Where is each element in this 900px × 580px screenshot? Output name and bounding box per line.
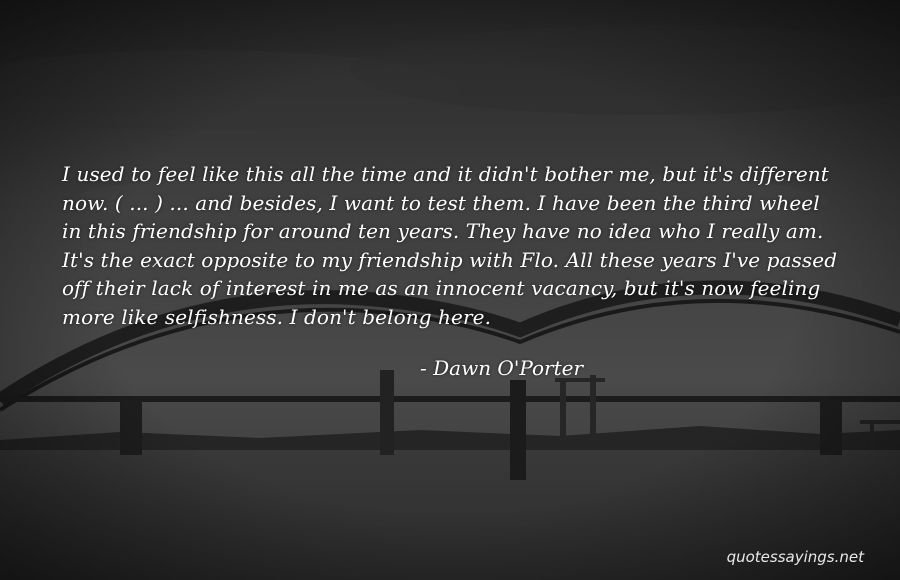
- quote-author: - Dawn O'Porter: [420, 356, 584, 380]
- quote-block: I used to feel like this all the time an…: [62, 160, 842, 331]
- quote-text: I used to feel like this all the time an…: [62, 162, 838, 329]
- site-watermark: quotessayings.net: [726, 548, 864, 566]
- quote-image: I used to feel like this all the time an…: [0, 0, 900, 580]
